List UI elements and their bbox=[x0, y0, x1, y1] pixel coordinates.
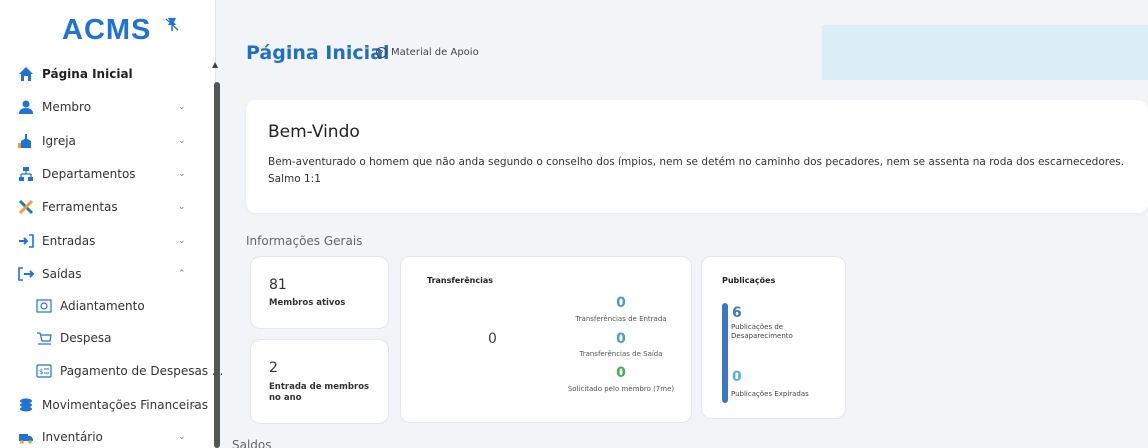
scrollbar-thumb[interactable] bbox=[214, 82, 220, 448]
page-title: Página Inicial bbox=[246, 42, 390, 64]
welcome-verse-block: Bem-aventurado o homem que não anda segu… bbox=[268, 154, 1138, 188]
top-banner bbox=[822, 25, 1148, 80]
new-members-label: Entrada de membros no ano bbox=[269, 382, 370, 403]
sidebar-subitem-label: Adiantamento bbox=[60, 299, 145, 313]
new-members-card[interactable]: 2 Entrada de membros no ano bbox=[250, 339, 389, 424]
active-members-label: Membros ativos bbox=[269, 298, 346, 308]
sidebar-item-entradas[interactable]: Entradas ⌄ bbox=[0, 224, 210, 258]
sidebar-item-ferramentas[interactable]: Ferramentas ⌄ bbox=[0, 190, 210, 224]
chevron-down-icon: ⌄ bbox=[178, 136, 186, 146]
welcome-card: Bem-Vindo Bem-aventurado o homem que não… bbox=[246, 100, 1148, 213]
pin-icon[interactable] bbox=[164, 16, 180, 32]
help-link[interactable]: ? Material de Apoio bbox=[376, 47, 479, 58]
sidebar-item-membro[interactable]: Membro ⌄ bbox=[0, 90, 210, 124]
chevron-down-icon: ⌄ bbox=[178, 202, 186, 212]
sign-in-icon bbox=[19, 234, 34, 248]
transfers-total: 0 bbox=[488, 331, 497, 347]
payment-icon: $ bbox=[36, 364, 52, 378]
transfers-title: Transferências bbox=[427, 276, 493, 285]
transfers-out-label: Transferências de Saída bbox=[579, 350, 663, 358]
sidebar-subitem-adiantamento[interactable]: Adiantamento bbox=[0, 290, 210, 322]
sidebar-item-label: Igreja bbox=[42, 134, 76, 148]
app-logo[interactable]: ACMS bbox=[62, 14, 151, 47]
coins-icon bbox=[20, 398, 32, 412]
chevron-up-icon: ⌃ bbox=[178, 269, 186, 279]
sidebar-item-home[interactable]: Página Inicial bbox=[0, 57, 210, 91]
section-general-info: Informações Gerais bbox=[246, 234, 363, 248]
publications-expired-value: 0 bbox=[732, 369, 742, 385]
sidebar: ACMS Página Inicial Membro ⌄ Igreja ⌄ De… bbox=[0, 0, 223, 448]
sidebar-item-saidas[interactable]: Saídas ⌃ bbox=[0, 257, 210, 291]
publications-title: Publicações bbox=[722, 276, 776, 285]
sidebar-item-label: Movimentações Financeiras bbox=[42, 398, 209, 412]
sitemap-icon bbox=[19, 167, 33, 181]
transfers-requested-value: 0 bbox=[616, 365, 626, 381]
advance-icon bbox=[36, 299, 52, 313]
tools-icon bbox=[18, 199, 34, 215]
chevron-down-icon: ⌄ bbox=[190, 400, 198, 410]
sign-out-icon bbox=[18, 267, 34, 281]
sidebar-subitem-pagamento[interactable]: $ Pagamento de Despesas ... bbox=[0, 355, 223, 387]
user-icon bbox=[19, 100, 33, 114]
sidebar-subitem-despesa[interactable]: Despesa bbox=[0, 322, 210, 354]
sidebar-item-label: Página Inicial bbox=[42, 67, 133, 81]
sidebar-item-label: Saídas bbox=[42, 267, 82, 281]
sidebar-scrollbar[interactable]: ▲ bbox=[212, 56, 220, 448]
church-icon bbox=[18, 134, 31, 148]
welcome-verse: Bem-aventurado o homem que não anda segu… bbox=[268, 156, 1125, 168]
section-balances: Saldos bbox=[232, 438, 272, 448]
transfers-in-label: Transferências de Entrada bbox=[575, 315, 667, 323]
sidebar-item-label: Ferramentas bbox=[42, 200, 118, 214]
publications-expired-label: Publicações Expiradas bbox=[731, 390, 809, 398]
sidebar-item-inventario[interactable]: Inventário ⌄ bbox=[0, 420, 210, 448]
chevron-down-icon: ⌄ bbox=[178, 169, 186, 179]
welcome-reference: Salmo 1:1 bbox=[268, 173, 321, 185]
help-label: Material de Apoio bbox=[391, 47, 479, 58]
sidebar-item-label: Membro bbox=[42, 100, 92, 114]
home-icon bbox=[19, 67, 33, 81]
publications-bar bbox=[722, 303, 728, 403]
sidebar-item-movimentacoes[interactable]: Movimentações Financeiras ⌄ bbox=[0, 388, 210, 422]
chevron-down-icon: ⌄ bbox=[178, 102, 186, 112]
truck-icon bbox=[19, 434, 33, 444]
question-icon: ? bbox=[376, 47, 387, 58]
welcome-title: Bem-Vindo bbox=[268, 122, 360, 142]
transfers-requested-label: Solicitado pelo membro (7me) bbox=[567, 385, 675, 393]
sidebar-subitem-label: Pagamento de Despesas ... bbox=[60, 364, 224, 378]
transfers-card[interactable]: Transferências 0 0 Transferências de Ent… bbox=[400, 256, 692, 423]
transfers-out-value: 0 bbox=[616, 331, 626, 347]
new-members-value: 2 bbox=[269, 360, 278, 376]
sidebar-subitem-label: Despesa bbox=[60, 331, 112, 345]
sidebar-item-departamentos[interactable]: Departamentos ⌄ bbox=[0, 157, 210, 191]
svg-text:$: $ bbox=[39, 368, 43, 376]
chevron-down-icon: ⌄ bbox=[178, 432, 186, 442]
sidebar-item-label: Entradas bbox=[42, 234, 96, 248]
transfers-in-value: 0 bbox=[616, 295, 626, 311]
publications-disappearance-label: Publicações de Desaparecimento bbox=[731, 323, 793, 340]
chevron-down-icon: ⌄ bbox=[178, 236, 186, 246]
active-members-card[interactable]: 81 Membros ativos bbox=[250, 256, 389, 329]
active-members-value: 81 bbox=[269, 277, 287, 293]
sidebar-item-igreja[interactable]: Igreja ⌄ bbox=[0, 124, 210, 158]
sidebar-item-label: Inventário bbox=[42, 430, 103, 444]
publications-card[interactable]: Publicações 6 Publicações de Desaparecim… bbox=[701, 256, 846, 419]
publications-disappearance-value: 6 bbox=[732, 305, 742, 321]
sidebar-item-label: Departamentos bbox=[42, 167, 136, 181]
scroll-up-icon[interactable]: ▲ bbox=[212, 60, 218, 69]
cart-icon bbox=[37, 332, 52, 345]
